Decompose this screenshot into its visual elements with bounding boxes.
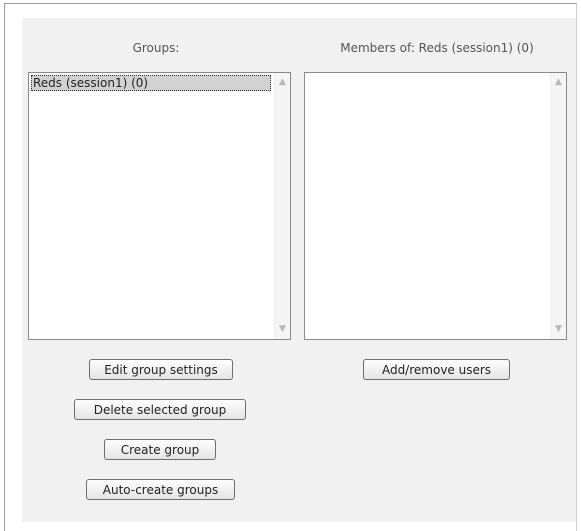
chevron-down-icon[interactable]: ▼ [551,322,566,337]
members-scrollbar[interactable]: ▲ ▼ [550,73,566,339]
members-listbox[interactable]: ▲ ▼ [304,72,567,340]
create-group-button[interactable]: Create group [104,439,216,460]
groups-label: Groups: [132,41,180,55]
edit-group-settings-button[interactable]: Edit group settings [89,359,233,380]
add-remove-users-button[interactable]: Add/remove users [363,359,510,380]
groups-scrollbar[interactable]: ▲ ▼ [274,73,290,339]
chevron-up-icon[interactable]: ▲ [275,75,290,90]
chevron-up-icon[interactable]: ▲ [551,75,566,90]
chevron-down-icon[interactable]: ▼ [275,322,290,337]
group-list-item[interactable]: Reds (session1) (0) [31,75,271,91]
groups-listbox[interactable]: Reds (session1) (0) ▲ ▼ [28,72,291,340]
auto-create-groups-button[interactable]: Auto-create groups [86,479,235,500]
delete-selected-group-button[interactable]: Delete selected group [74,399,246,420]
members-label: Members of: Reds (session1) (0) [340,41,534,55]
